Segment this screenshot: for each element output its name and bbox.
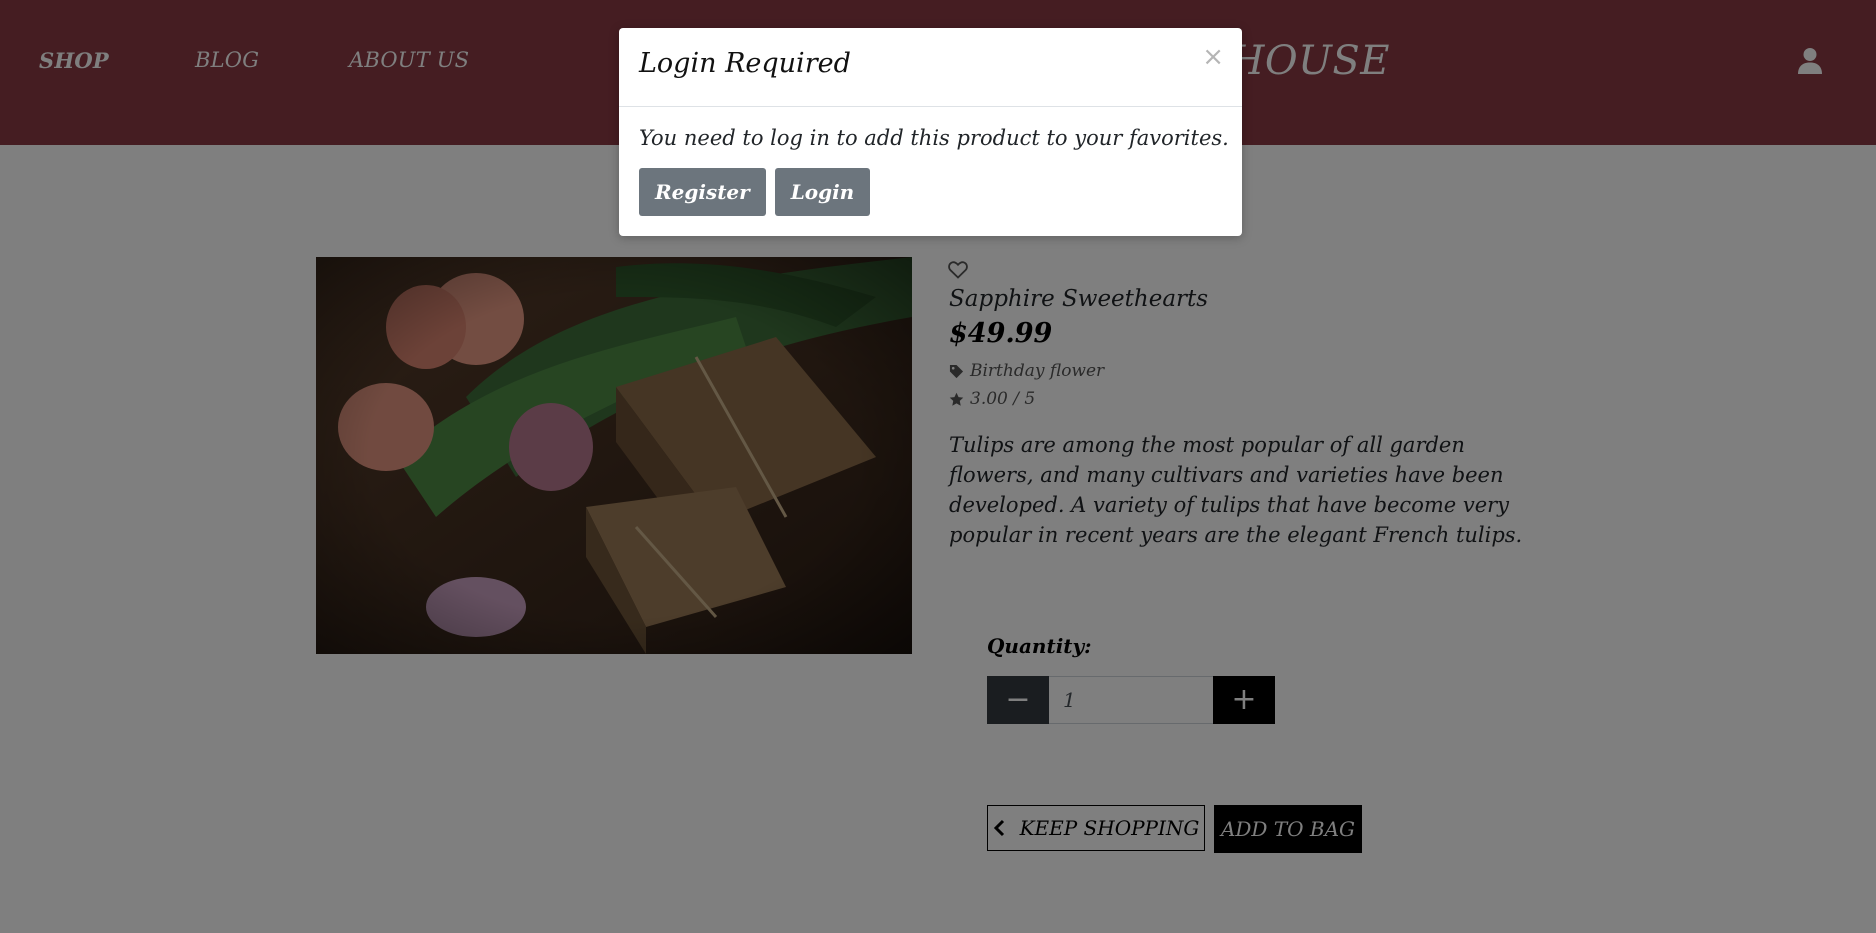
close-icon[interactable]: × <box>1202 44 1224 70</box>
register-button[interactable]: Register <box>639 168 766 216</box>
modal-body: You need to log in to add this product t… <box>639 126 1229 150</box>
login-button[interactable]: Login <box>774 168 871 216</box>
modal-title: Login Required <box>639 48 851 79</box>
modal-message: You need to log in to add this product t… <box>639 126 1229 150</box>
login-required-modal: Login Required × You need to log in to a… <box>619 28 1242 236</box>
modal-header: Login Required × <box>619 28 1242 107</box>
modal-actions: Register Login <box>639 168 871 216</box>
